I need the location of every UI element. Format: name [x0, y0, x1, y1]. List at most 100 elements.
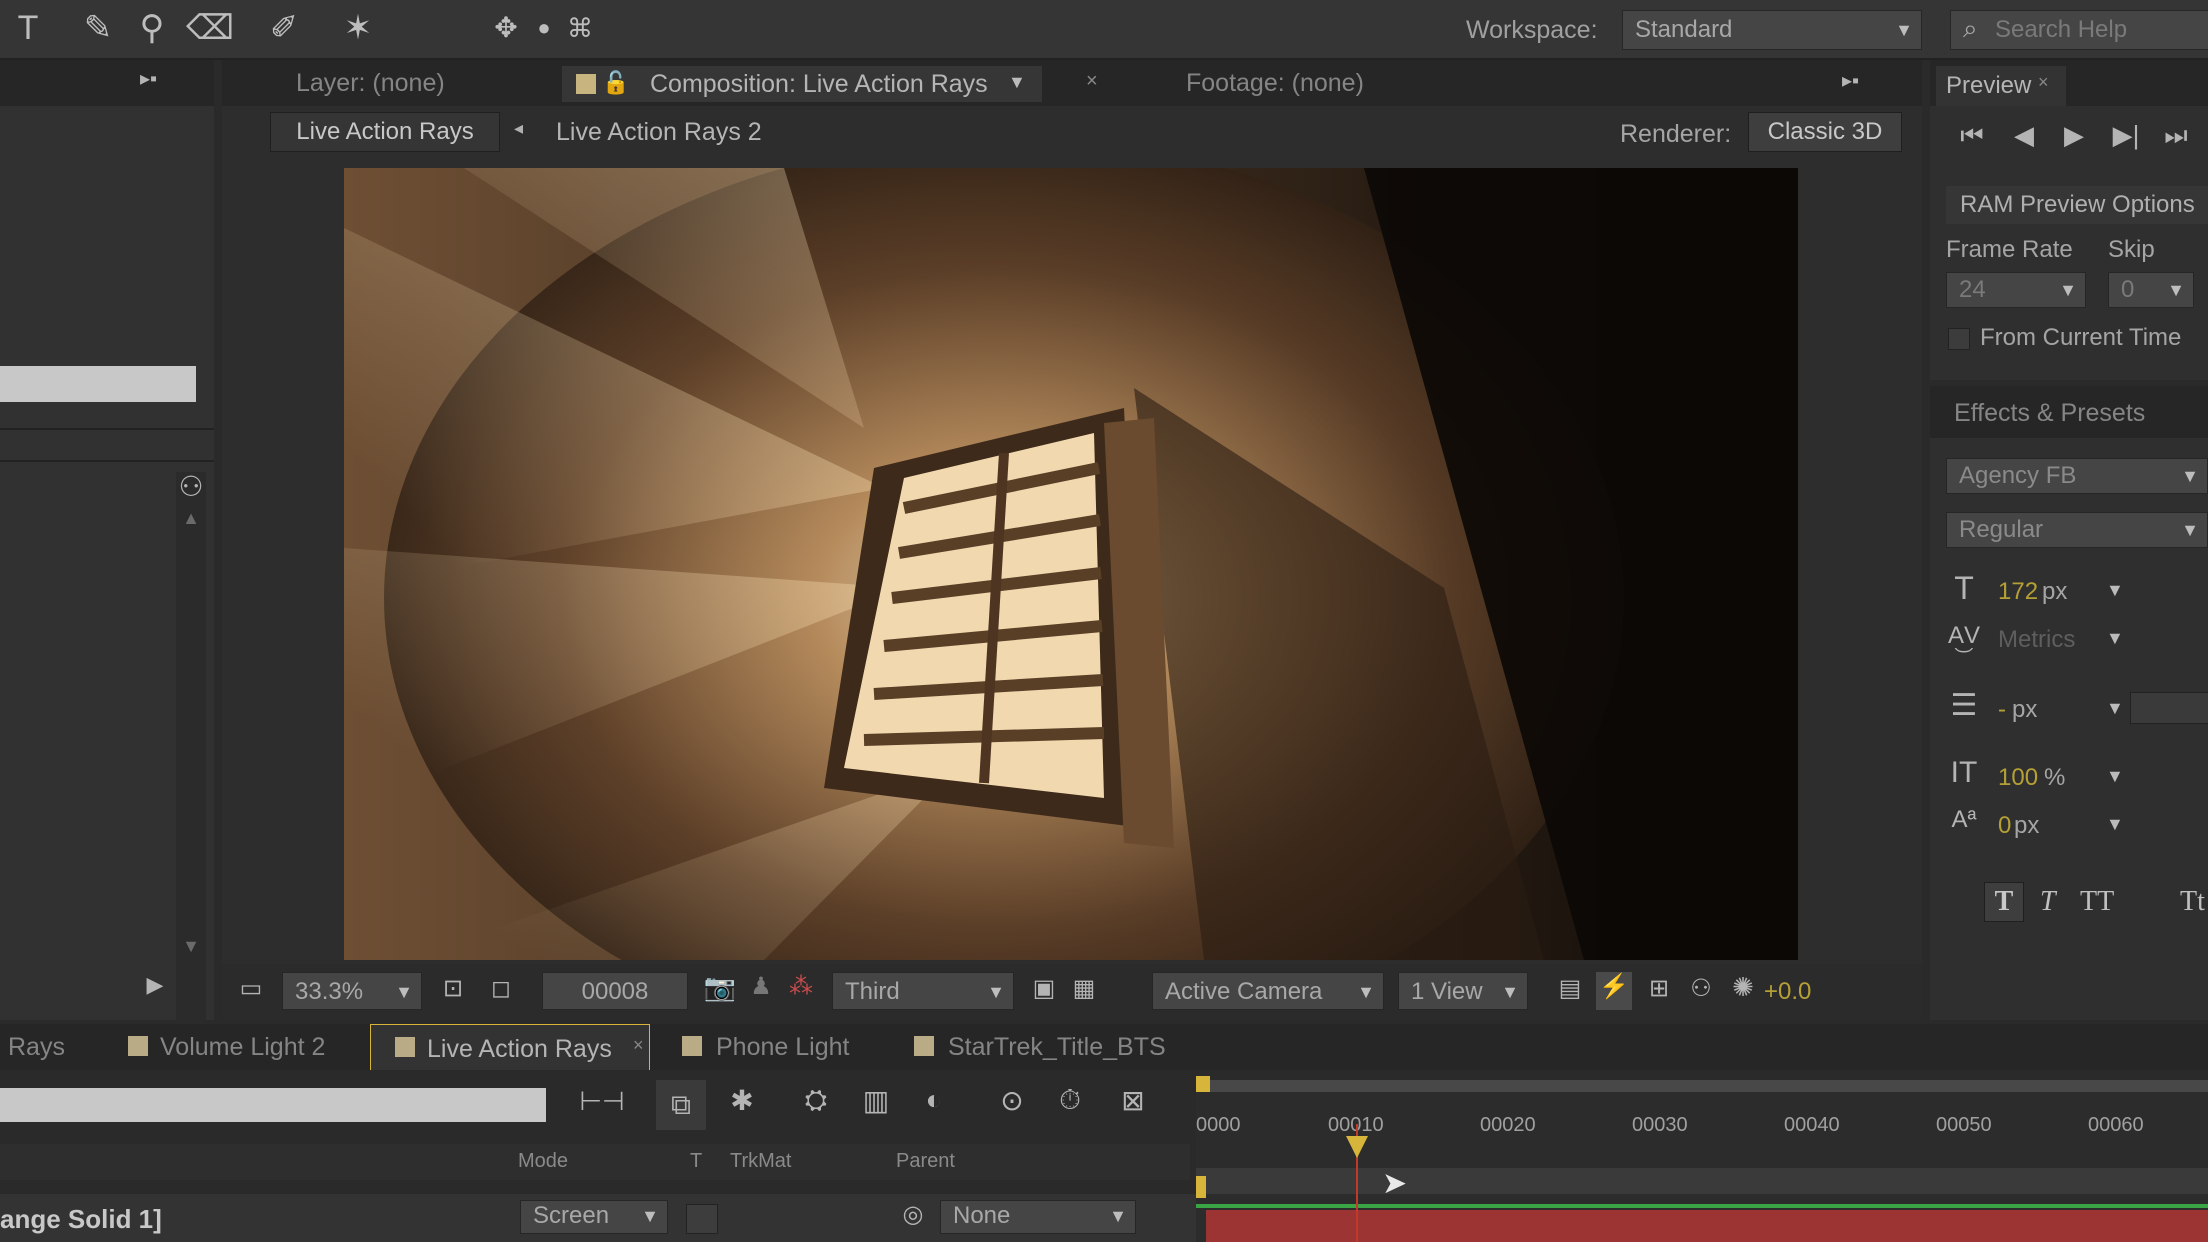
motion-blur-icon[interactable]: ◐ — [912, 1084, 956, 1116]
current-time-field[interactable]: 00008 — [542, 972, 688, 1010]
layer-name[interactable]: ange Solid 1] — [0, 1204, 162, 1235]
project-search-field[interactable] — [0, 366, 196, 402]
close-icon[interactable]: × — [2038, 72, 2049, 93]
camera-snapshot-icon[interactable]: 📷 — [702, 972, 738, 1003]
play-icon[interactable]: ▶ — [2054, 120, 2094, 151]
exposure-value[interactable]: +0.0 — [1764, 978, 1811, 1006]
tab-live-action-rays[interactable]: Live Action Rays × — [370, 1024, 650, 1070]
tab-rays[interactable]: Rays — [8, 1024, 65, 1070]
breadcrumb-live-action-rays-2[interactable]: Live Action Rays 2 — [556, 118, 762, 147]
hide-shy-layers-icon[interactable]: ⛭ — [794, 1084, 838, 1117]
type-tool-icon[interactable]: T — [6, 6, 50, 50]
chevron-down-icon[interactable]: ▼ — [2106, 766, 2124, 787]
search-help-field[interactable]: ⌕ Search Help — [1950, 10, 2208, 50]
graph-editor-icon[interactable]: ⊙ — [990, 1084, 1034, 1117]
close-icon[interactable]: × — [1086, 70, 1098, 93]
tracking-field[interactable] — [2130, 692, 2208, 724]
tab-phone-light[interactable]: Phone Light — [716, 1024, 849, 1070]
work-area-bar[interactable] — [1196, 1080, 2208, 1092]
faux-italic-button[interactable]: T — [2040, 886, 2056, 918]
comp-flowchart-icon[interactable]: ⚇ — [1684, 974, 1718, 1003]
roto-brush-tool-icon[interactable]: ✐ — [262, 6, 306, 50]
timeline-icon[interactable]: ⊞ — [1642, 974, 1676, 1003]
composition-settings-icon[interactable]: ⊠ — [1110, 1084, 1156, 1117]
parent-dropdown[interactable]: None ▼ — [940, 1200, 1136, 1234]
chevron-down-icon[interactable]: ▼ — [2106, 628, 2124, 649]
time-ruler-area[interactable]: 0000 00010 00020 00030 00040 00050 00060… — [1196, 1076, 2208, 1242]
magnification-dropdown[interactable]: 33.3% ▼ — [282, 972, 422, 1010]
from-current-time-checkbox[interactable] — [1948, 328, 1970, 350]
resolution-dropdown[interactable]: Third ▼ — [832, 972, 1014, 1010]
timeline-search-field[interactable] — [0, 1088, 546, 1122]
current-time-indicator[interactable] — [1346, 1136, 1368, 1158]
lock-icon[interactable]: 🔓 — [602, 70, 629, 96]
safe-margins-icon[interactable]: ◻ — [484, 974, 518, 1003]
tab-preview[interactable]: Preview × — [1936, 66, 2066, 106]
puppet-pin-tool-icon[interactable]: ✶ — [336, 6, 380, 50]
world-axis-icon[interactable]: ⌘ — [558, 6, 602, 50]
pick-whip-icon[interactable]: ◎ — [898, 1200, 928, 1229]
toggle-pixel-aspect-icon[interactable]: ▤ — [1554, 974, 1586, 1003]
scroll-down-icon[interactable]: ▼ — [176, 936, 206, 957]
panel-menu-icon[interactable]: ▸▪ — [140, 66, 157, 91]
chevron-down-icon[interactable]: ▼ — [2106, 814, 2124, 835]
next-frame-icon[interactable]: ▶| — [2106, 120, 2146, 151]
chevron-down-icon[interactable]: ▼ — [2106, 580, 2124, 601]
draft-3d-icon[interactable]: ✱ — [720, 1084, 764, 1117]
tab-startrek-title-bts[interactable]: StarTrek_Title_BTS — [948, 1024, 1166, 1070]
play-arrow-icon[interactable]: ▶ — [140, 972, 170, 998]
font-family-dropdown[interactable]: Agency FB ▼ — [1946, 458, 2208, 494]
transparency-grid-icon[interactable]: ▦ — [1068, 974, 1100, 1003]
baseline-value[interactable]: 0 — [1998, 812, 2011, 840]
ram-preview-options[interactable]: RAM Preview Options — [1946, 186, 2208, 224]
brush-tool-icon[interactable]: ✎ — [76, 6, 120, 50]
skip-dropdown[interactable]: 0 ▼ — [2108, 272, 2194, 308]
kerning-value[interactable]: Metrics — [1998, 626, 2075, 654]
breadcrumb-live-action-rays[interactable]: Live Action Rays — [270, 112, 500, 152]
previous-frame-icon[interactable]: ◀ — [2004, 120, 2044, 151]
preserve-transparency-toggle[interactable] — [686, 1204, 718, 1234]
work-area-start-handle[interactable] — [1196, 1076, 1210, 1092]
tab-composition[interactable]: 🔓 Composition: Live Action Rays ▼ — [562, 66, 1042, 102]
live-update-icon[interactable]: ⧉ — [656, 1080, 706, 1130]
region-of-interest-icon[interactable]: ▣ — [1028, 974, 1060, 1003]
tab-volume-light-2[interactable]: Volume Light 2 — [160, 1024, 325, 1070]
composition-frame[interactable] — [344, 168, 1798, 960]
panel-menu-icon[interactable]: ▸▪ — [1842, 68, 1859, 93]
font-style-dropdown[interactable]: Regular ▼ — [1946, 512, 2208, 548]
frame-rate-dropdown[interactable]: 24 ▼ — [1946, 272, 2086, 308]
last-frame-icon[interactable]: ⏭ — [2156, 120, 2196, 152]
fit-frame-icon[interactable]: ⊡ — [436, 974, 470, 1003]
tab-footage[interactable]: Footage: (none) — [1186, 60, 1364, 106]
frame-blending-icon[interactable]: ▥ — [854, 1084, 898, 1117]
channel-icon[interactable]: ⁂ — [784, 972, 818, 1001]
camera-view-dropdown[interactable]: Active Camera ▼ — [1152, 972, 1384, 1010]
tab-layer[interactable]: Layer: (none) — [296, 60, 445, 106]
tab-effects-presets[interactable]: Effects & Presets — [1954, 390, 2145, 436]
comp-mini-flowchart-icon[interactable]: ⊢⊣ — [574, 1086, 630, 1117]
flowchart-icon[interactable]: ⚇ — [176, 470, 206, 503]
brainstorm-icon[interactable]: ⏱ — [1048, 1084, 1092, 1117]
workspace-dropdown[interactable]: Standard ▼ — [1622, 10, 1922, 50]
table-row[interactable]: ange Solid 1] Screen ▼ ◎ None ▼ — [0, 1194, 1200, 1242]
exposure-reset-icon[interactable]: ✺ — [1726, 972, 1760, 1003]
chevron-down-icon[interactable]: ▼ — [1008, 72, 1026, 93]
chevron-down-icon[interactable]: ▼ — [2106, 698, 2124, 719]
fast-previews-icon[interactable]: ⚡ — [1596, 972, 1632, 1010]
first-frame-icon[interactable]: ⏮ — [1952, 120, 1992, 152]
renderer-button[interactable]: Classic 3D — [1748, 112, 1902, 152]
layer-mode-dropdown[interactable]: Screen ▼ — [520, 1200, 668, 1234]
always-preview-icon[interactable]: ▭ — [234, 974, 268, 1003]
view-layout-dropdown[interactable]: 1 View ▼ — [1398, 972, 1528, 1010]
comp-time-track[interactable] — [1196, 1168, 2208, 1194]
small-caps-button[interactable]: Tt — [2180, 886, 2205, 918]
vertical-scale-value[interactable]: 100 — [1998, 764, 2038, 792]
faux-bold-button[interactable]: T — [1984, 882, 2024, 922]
leading-value[interactable]: - — [1998, 696, 2006, 724]
clone-stamp-tool-icon[interactable]: ⚲ — [130, 6, 174, 50]
eraser-tool-icon[interactable]: ⌫ — [186, 6, 234, 50]
show-snapshot-icon[interactable]: ♟ — [746, 972, 776, 1001]
all-caps-button[interactable]: TT — [2080, 886, 2114, 918]
scroll-up-icon[interactable]: ▲ — [176, 508, 206, 529]
close-icon[interactable]: × — [633, 1035, 644, 1056]
